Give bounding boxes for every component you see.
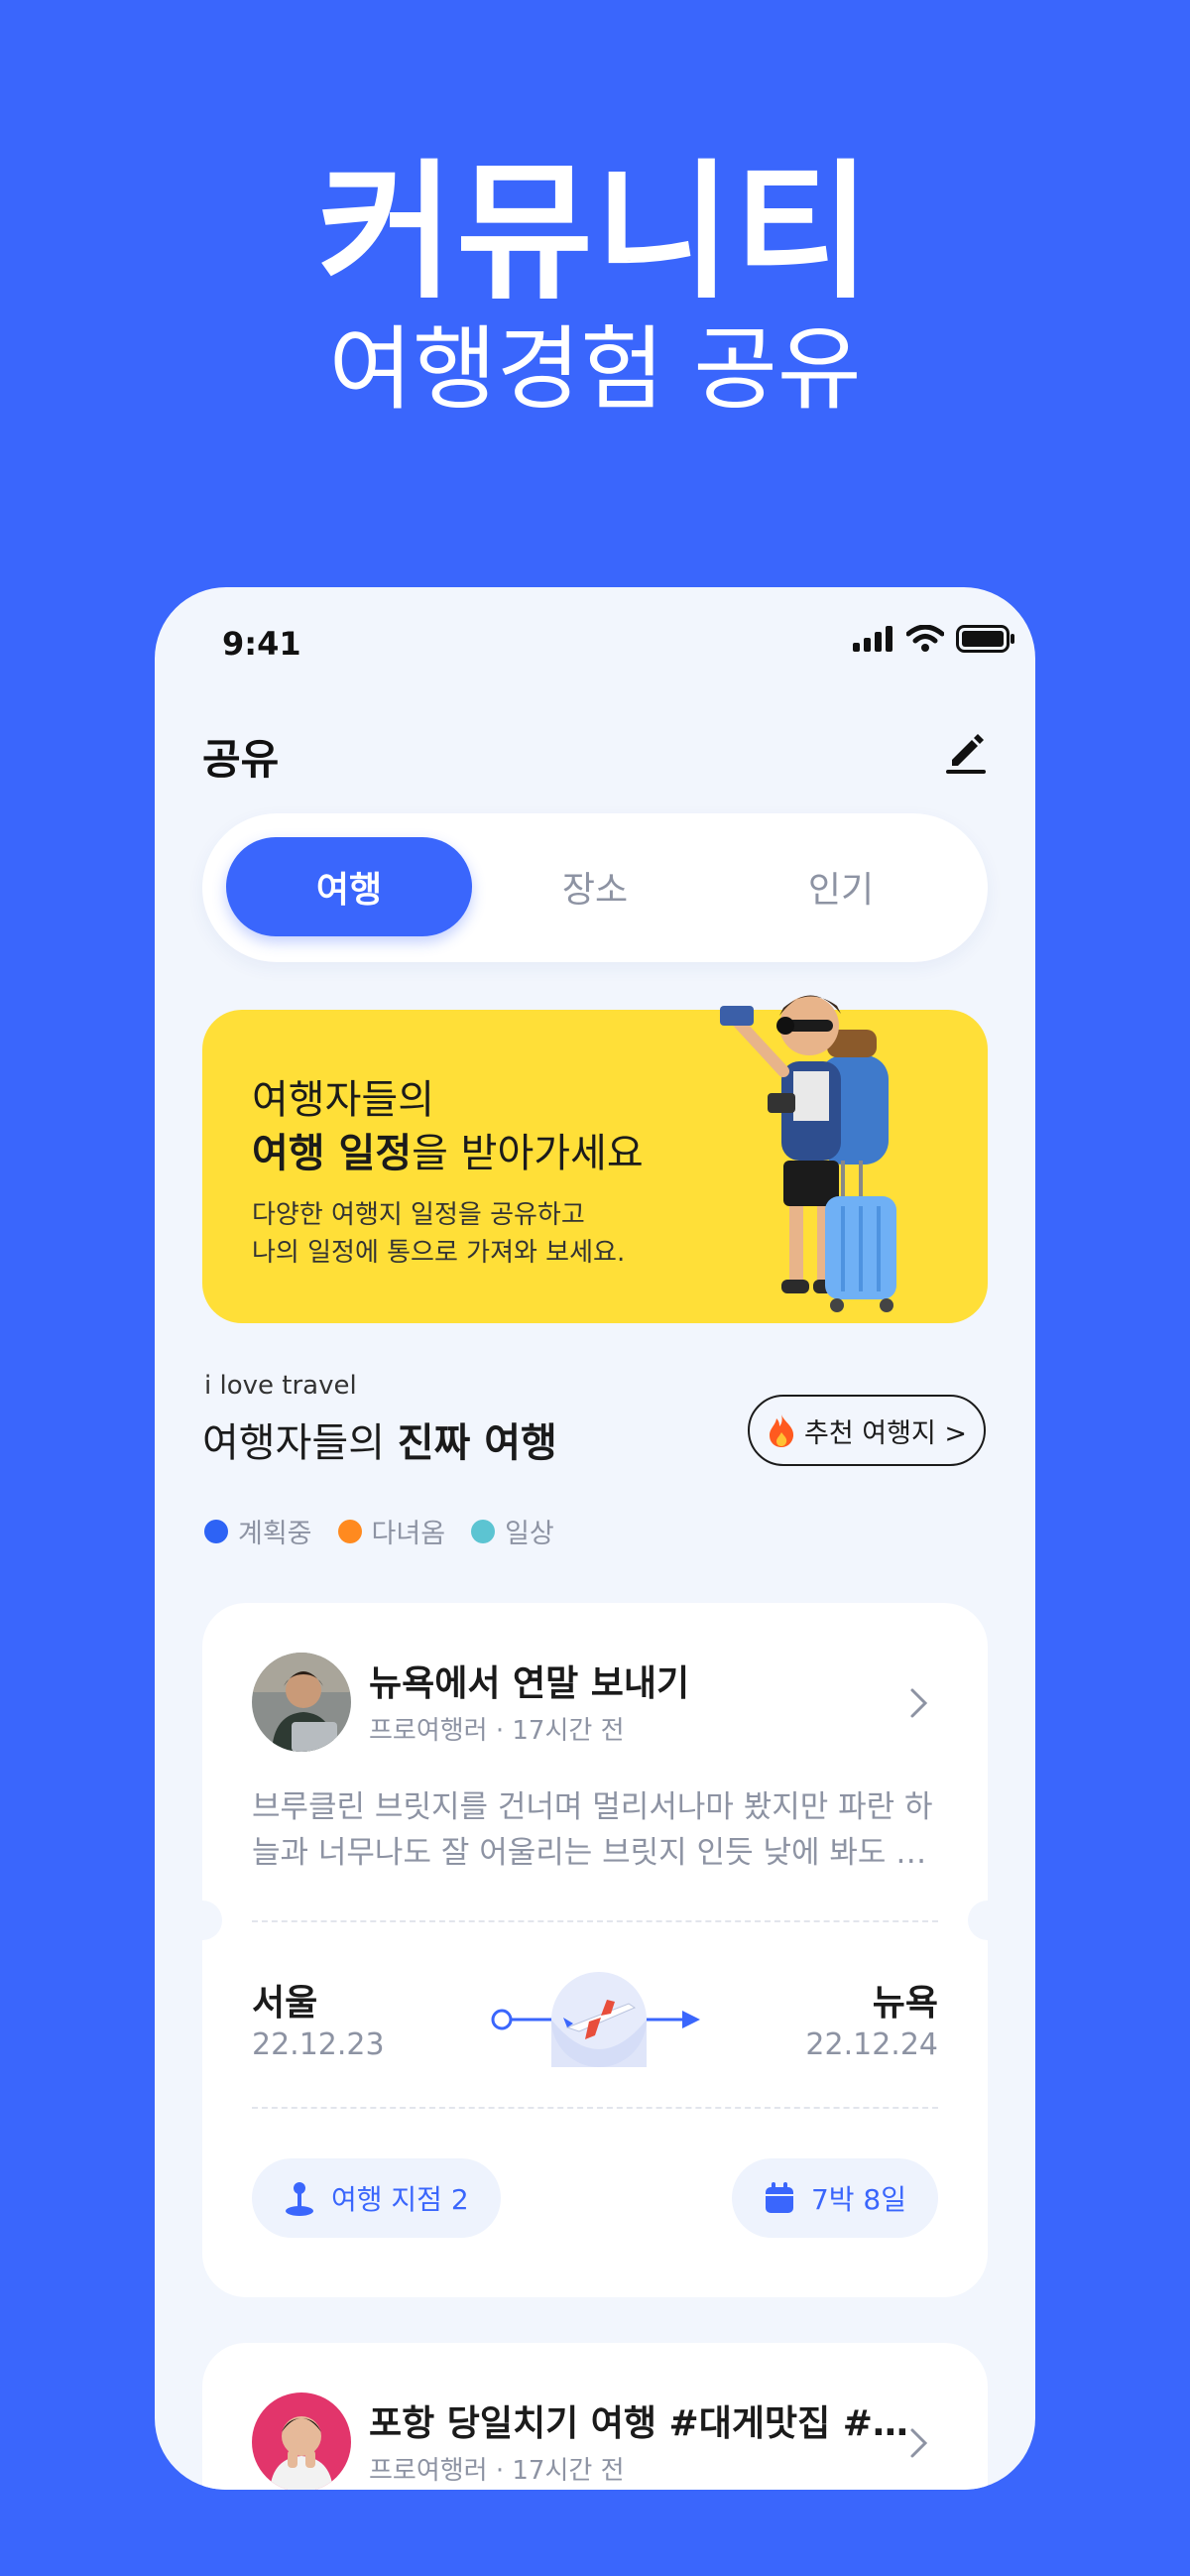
signal-icon (853, 626, 892, 652)
destination-date: 22.12.24 (805, 2027, 938, 2062)
section-title: 여행자들의 진짜 여행 (202, 1411, 557, 1468)
section-tagline: i love travel (204, 1371, 357, 1401)
recommend-button-label: 추천 여행지 > (804, 1417, 967, 1449)
trip-spots-label: 여행 지점 2 (331, 2183, 469, 2216)
origin-date: 22.12.23 (252, 2027, 385, 2062)
fire-icon (770, 1414, 794, 1447)
tab-place[interactable]: 장소 (472, 837, 718, 936)
wifi-icon (906, 625, 944, 652)
ticket-notch-right (968, 1901, 1008, 1940)
banner-line2-bold: 여행 일정 (252, 1131, 413, 1176)
banner-line1: 여행자들의 (252, 1077, 434, 1123)
post-card[interactable]: 뉴욕에서 연말 보내기 프로여행러 · 17시간 전 브루클린 브릿지를 건너며… (182, 1603, 1008, 2297)
post-meta: 프로여행러 · 17시간 전 (369, 2456, 625, 2486)
tab-travel[interactable]: 여행 (226, 837, 472, 936)
trip-spots-badge[interactable]: 여행 지점 2 (252, 2158, 501, 2238)
banner-line2: 여행 일정을 받아가세요 (252, 1121, 644, 1178)
status-time: 9:41 (222, 625, 301, 663)
section-title-prefix: 여행자들의 (202, 1420, 398, 1466)
legend-label: 계획중 (238, 1519, 312, 1549)
status-icons (853, 625, 1015, 653)
legend-dot-visited (337, 1519, 362, 1543)
tab-popular[interactable]: 인기 (718, 837, 964, 936)
divider (252, 1920, 938, 1922)
section-title-bold: 진짜 여행 (397, 1420, 557, 1466)
calendar-icon (765, 2182, 793, 2213)
ticket-notch-left (182, 1901, 222, 1940)
route-graphic (491, 1972, 700, 2067)
avatar (252, 2392, 351, 2490)
divider (252, 2107, 938, 2109)
hero-title: 커뮤니티 (316, 147, 873, 319)
origin-city: 서울 (252, 1983, 318, 2024)
legend-planning: 계획중 (204, 1512, 312, 1550)
traveler-illustration (720, 995, 896, 1312)
chevron-right-icon[interactable] (908, 2426, 930, 2469)
banner-desc2: 나의 일정에 통으로 가져와 보세요. (252, 1238, 626, 1268)
post-excerpt-line2: 늘과 너무나도 잘 어울리는 브릿지 인듯 낮에 봐도 예… (252, 1835, 936, 1871)
post-card[interactable]: 포항 당일치기 여행 #대게맛집 #… 프로여행러 · 17시간 전 (202, 2343, 988, 2490)
trip-duration-badge[interactable]: 7박 8일 (731, 2158, 938, 2238)
tab-bar: 여행 장소 인기 (202, 813, 988, 962)
post-title: 뉴욕에서 연말 보내기 (369, 1663, 690, 1704)
banner-desc1: 다양한 여행지 일정을 공유하고 (252, 1200, 585, 1230)
legend-visited: 다녀옴 (337, 1512, 446, 1550)
post-meta: 프로여행러 · 17시간 전 (369, 1716, 625, 1746)
legend-dot-daily (471, 1519, 496, 1543)
phone-screen: 9:41 공유 여행 장소 인기 여행자들의 여행 일정을 받아가세요 다양한 … (155, 587, 1035, 2490)
legend-dot-planning (204, 1519, 228, 1543)
legend-label: 다녀옴 (371, 1519, 446, 1549)
page-title: 공유 (202, 735, 280, 784)
edit-pencil-icon[interactable] (940, 724, 992, 776)
post-title: 포항 당일치기 여행 #대게맛집 #… (369, 2403, 908, 2444)
status-legend: 계획중 다녀옴 일상 (204, 1512, 554, 1550)
destination-city: 뉴욕 (872, 1983, 938, 2024)
battery-icon (956, 625, 1014, 653)
avatar (252, 1653, 351, 1752)
legend-label: 일상 (505, 1519, 554, 1549)
trip-duration-label: 7박 8일 (810, 2183, 906, 2216)
recommend-destination-button[interactable]: 추천 여행지 > (748, 1395, 986, 1466)
hero-subtitle: 여행경험 공유 (328, 316, 862, 423)
pin-icon (286, 2182, 313, 2216)
chevron-right-icon[interactable] (908, 1686, 930, 1729)
legend-daily: 일상 (471, 1512, 554, 1550)
banner-line2-rest: 을 받아가세요 (412, 1131, 644, 1176)
post-excerpt-line1: 브루클린 브릿지를 건너며 멀리서나마 봤지만 파란 하 (252, 1789, 933, 1825)
